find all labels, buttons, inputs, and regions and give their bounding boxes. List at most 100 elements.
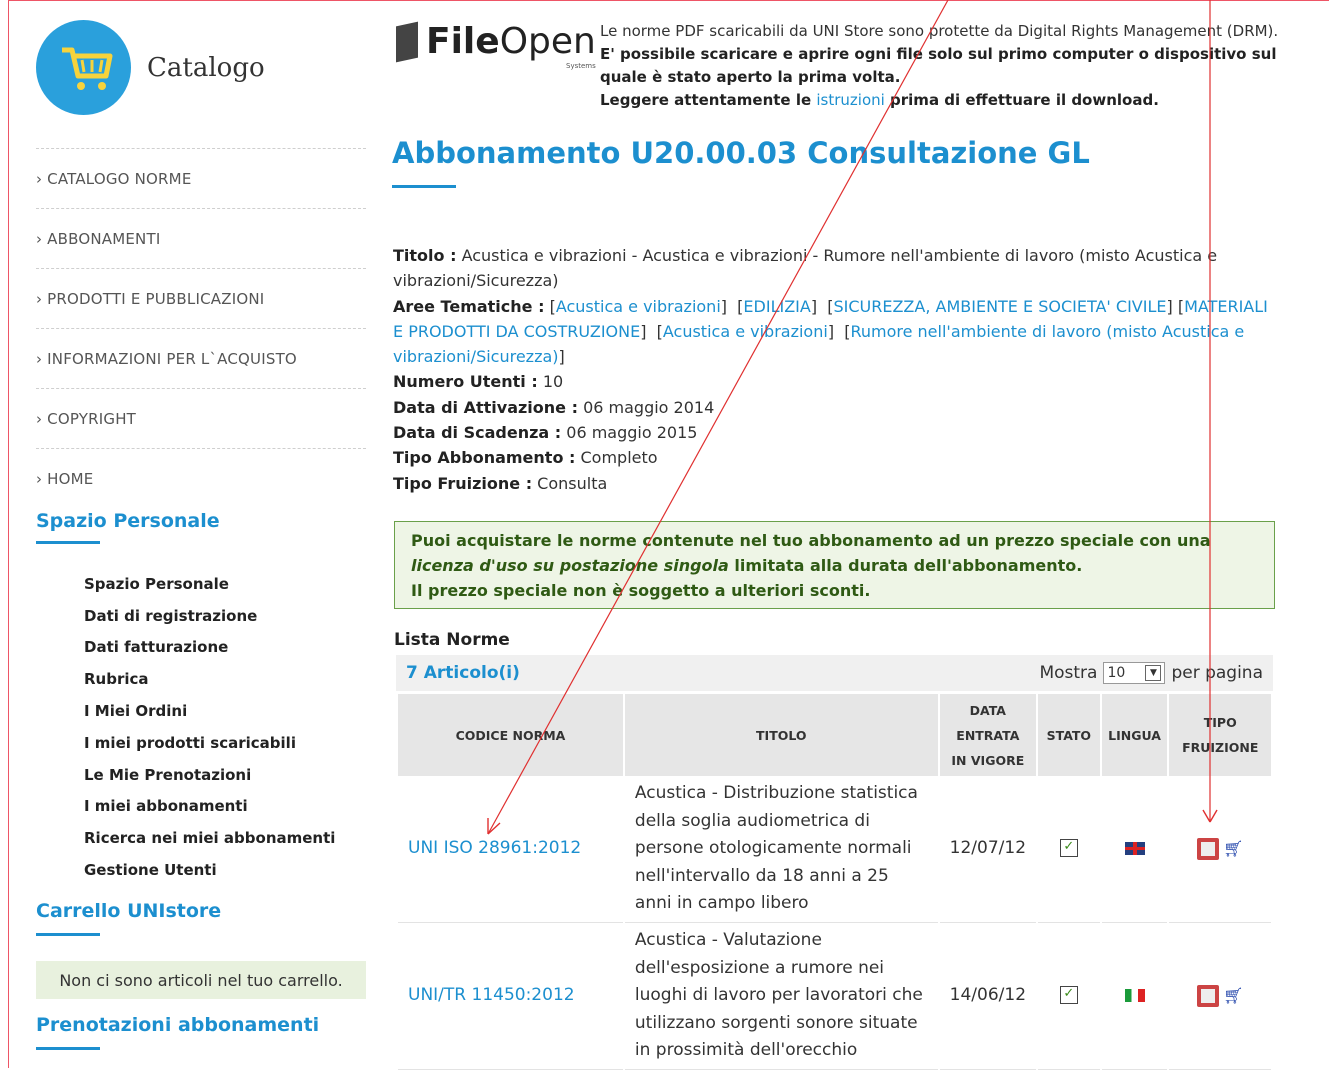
carrello-heading: Carrello UNIstore bbox=[36, 900, 222, 922]
area-link[interactable]: Acustica e vibrazioni bbox=[556, 297, 721, 316]
fileopen-logo-open: Open bbox=[499, 21, 596, 62]
table-row: UNI ISO 28961:2012 Acustica - Distribuzi… bbox=[398, 776, 1271, 923]
istruzioni-link[interactable]: istruzioni bbox=[816, 91, 884, 109]
tipo-abbonamento-value: Completo bbox=[575, 448, 658, 468]
sp-item-ricerca-abbonamenti[interactable]: Ricerca nei miei abbonamenti bbox=[84, 822, 335, 854]
titolo-label: Titolo : bbox=[393, 246, 457, 265]
fileopen-mark-icon bbox=[396, 21, 418, 63]
nav-item-home[interactable]: › HOME bbox=[36, 448, 366, 508]
page-title: Abbonamento U20.00.03 Consultazione GL bbox=[392, 136, 1090, 170]
scadenza-label: Data di Scadenza : bbox=[393, 423, 562, 443]
catalog-title: Catalogo bbox=[147, 52, 265, 83]
cart-empty-message: Non ci sono articoli nel tuo carrello. bbox=[36, 961, 366, 999]
pdf-view-icon[interactable] bbox=[1197, 837, 1220, 860]
check-icon: ✓ bbox=[1059, 986, 1078, 1005]
table-row: UNI/TR 11450:2012 Acustica - Valutazione… bbox=[398, 923, 1271, 1070]
italian-flag-icon bbox=[1124, 988, 1145, 1002]
attivazione-label: Data di Attivazione : bbox=[393, 397, 578, 417]
sp-item-dati-registrazione[interactable]: Dati di registrazione bbox=[84, 600, 335, 632]
area-link[interactable]: Acustica e vibrazioni bbox=[663, 322, 828, 341]
article-count: 7 Articolo(i) bbox=[406, 663, 520, 683]
col-data[interactable]: DATA ENTRATA IN VIGORE bbox=[939, 694, 1037, 776]
sp-item-gestione-utenti[interactable]: Gestione Utenti bbox=[84, 854, 335, 886]
heading-underline bbox=[36, 541, 100, 544]
nav-item-abbonamenti[interactable]: › ABBONAMENTI bbox=[36, 208, 366, 268]
lista-norme-heading: Lista Norme bbox=[394, 630, 510, 650]
codice-norma-link[interactable]: UNI ISO 28961:2012 bbox=[398, 776, 623, 923]
titolo-cell: Acustica - Distribuzione statistica dell… bbox=[624, 776, 938, 923]
titolo-cell: Acustica - Valutazione dell'esposizione … bbox=[624, 923, 938, 1070]
nav-item-informazioni[interactable]: › INFORMAZIONI PER L`ACQUISTO bbox=[36, 328, 366, 388]
sp-item-prenotazioni[interactable]: Le Mie Prenotazioni bbox=[84, 759, 335, 791]
per-pagina-label: per pagina bbox=[1171, 663, 1263, 683]
check-icon: ✓ bbox=[1059, 839, 1078, 858]
sp-item-miei-ordini[interactable]: I Miei Ordini bbox=[84, 695, 335, 727]
sp-item-prodotti-scaricabili[interactable]: I miei prodotti scaricabili bbox=[84, 727, 335, 759]
title-underline bbox=[392, 185, 456, 188]
cart-icon[interactable]: 🛒︎ bbox=[1223, 835, 1243, 863]
sp-item-dati-fatturazione[interactable]: Dati fatturazione bbox=[84, 632, 335, 664]
col-stato[interactable]: STATO bbox=[1038, 694, 1100, 776]
promo-box: Puoi acquistare le norme contenute nel t… bbox=[394, 521, 1275, 609]
titolo-value: Acustica e vibrazioni - Acustica e vibra… bbox=[393, 246, 1218, 291]
col-data-line2: ENTRATA bbox=[956, 727, 1020, 743]
heading-underline bbox=[36, 1047, 100, 1050]
drm-line1: Le norme PDF scaricabili da UNI Store so… bbox=[600, 22, 1279, 40]
drm-line3-post: prima di effettuare il download. bbox=[884, 91, 1159, 109]
table-toolbar: 7 Articolo(i) Mostra 10 ▼ per pagina bbox=[396, 655, 1273, 691]
utenti-value: 10 bbox=[537, 372, 564, 392]
col-data-line1: DATA bbox=[969, 702, 1006, 718]
tipo-fruizione-label: Tipo Fruizione : bbox=[393, 473, 533, 493]
aree-label: Aree Tematiche : bbox=[393, 296, 545, 316]
sp-item-miei-abbonamenti[interactable]: I miei abbonamenti bbox=[84, 791, 335, 823]
spazio-personale-list: Spazio Personale Dati di registrazione D… bbox=[84, 568, 335, 886]
col-tipo-line2: FRUIZIONE bbox=[1182, 740, 1259, 755]
promo-license-emphasis: licenza d'uso su postazione singola bbox=[411, 556, 729, 575]
col-lingua[interactable]: LINGUA bbox=[1101, 694, 1168, 776]
drm-line3-pre: Leggere attentamente le bbox=[600, 91, 817, 109]
promo-line1: Puoi acquistare le norme contenute nel t… bbox=[411, 531, 1211, 550]
nav-item-copyright[interactable]: › COPYRIGHT bbox=[36, 388, 366, 448]
col-titolo[interactable]: TITOLO bbox=[624, 694, 938, 776]
uk-flag-icon bbox=[1124, 841, 1145, 855]
promo-line3: Il prezzo speciale non è soggetto a ulte… bbox=[411, 581, 871, 600]
utenti-label: Numero Utenti : bbox=[393, 372, 538, 392]
fileopen-logo-file: File bbox=[426, 21, 500, 62]
area-link[interactable]: SICUREZZA, AMBIENTE E SOCIETA' CIVILE bbox=[833, 297, 1166, 316]
page-size-value: 10 bbox=[1107, 665, 1126, 681]
tipo-fruizione-value: Consulta bbox=[532, 473, 608, 493]
prenotazioni-heading: Prenotazioni abbonamenti bbox=[36, 1014, 320, 1036]
shopping-cart-icon bbox=[36, 20, 131, 115]
fileopen-logo: File Open Systems bbox=[396, 21, 596, 70]
chevron-down-icon: ▼ bbox=[1145, 665, 1162, 681]
codice-norma-link[interactable]: UNI/TR 11450:2012 bbox=[398, 923, 623, 1070]
drm-line2: E' possibile scaricare e aprire ogni fil… bbox=[600, 45, 1277, 86]
catalog-logo[interactable]: Catalogo bbox=[36, 20, 265, 115]
col-codice[interactable]: CODICE NORMA bbox=[398, 694, 623, 776]
sp-item-spazio-personale[interactable]: Spazio Personale bbox=[84, 568, 335, 600]
nav-item-prodotti[interactable]: › PRODOTTI E PUBBLICAZIONI bbox=[36, 268, 366, 328]
scadenza-value: 06 maggio 2015 bbox=[561, 423, 698, 443]
heading-underline bbox=[36, 933, 100, 936]
drm-notice: Le norme PDF scaricabili da UNI Store so… bbox=[600, 20, 1300, 112]
spazio-personale-heading: Spazio Personale bbox=[36, 510, 220, 532]
fileopen-logo-systems: Systems bbox=[566, 62, 596, 70]
page-size-control: Mostra 10 ▼ per pagina bbox=[1039, 662, 1263, 684]
data-cell: 14/06/12 bbox=[939, 923, 1037, 1070]
tipo-abbonamento-label: Tipo Abbonamento : bbox=[393, 448, 576, 468]
promo-line2: limitata alla durata dell'abbonamento. bbox=[728, 556, 1083, 575]
page-size-select[interactable]: 10 ▼ bbox=[1103, 662, 1166, 684]
nav-item-catalogo-norme[interactable]: › CATALOGO NORME bbox=[36, 148, 366, 208]
cart-icon[interactable]: 🛒︎ bbox=[1223, 982, 1243, 1010]
data-cell: 12/07/12 bbox=[939, 776, 1037, 923]
norme-table: CODICE NORMA TITOLO DATA ENTRATA IN VIGORE… bbox=[396, 694, 1273, 1070]
sidebar-nav: › CATALOGO NORME › ABBONAMENTI › PRODOTT… bbox=[36, 148, 366, 508]
subscription-details: Titolo : Acustica e vibrazioni - Acustic… bbox=[393, 246, 1268, 493]
sp-item-rubrica[interactable]: Rubrica bbox=[84, 663, 335, 695]
pdf-view-icon[interactable] bbox=[1197, 984, 1220, 1007]
attivazione-value: 06 maggio 2014 bbox=[578, 397, 715, 417]
area-link[interactable]: EDILIZIA bbox=[743, 297, 810, 316]
col-tipo-line1: TIPO bbox=[1203, 715, 1237, 730]
mostra-label: Mostra bbox=[1039, 663, 1098, 683]
col-tipo-fruizione[interactable]: TIPO FRUIZIONE bbox=[1169, 694, 1271, 776]
